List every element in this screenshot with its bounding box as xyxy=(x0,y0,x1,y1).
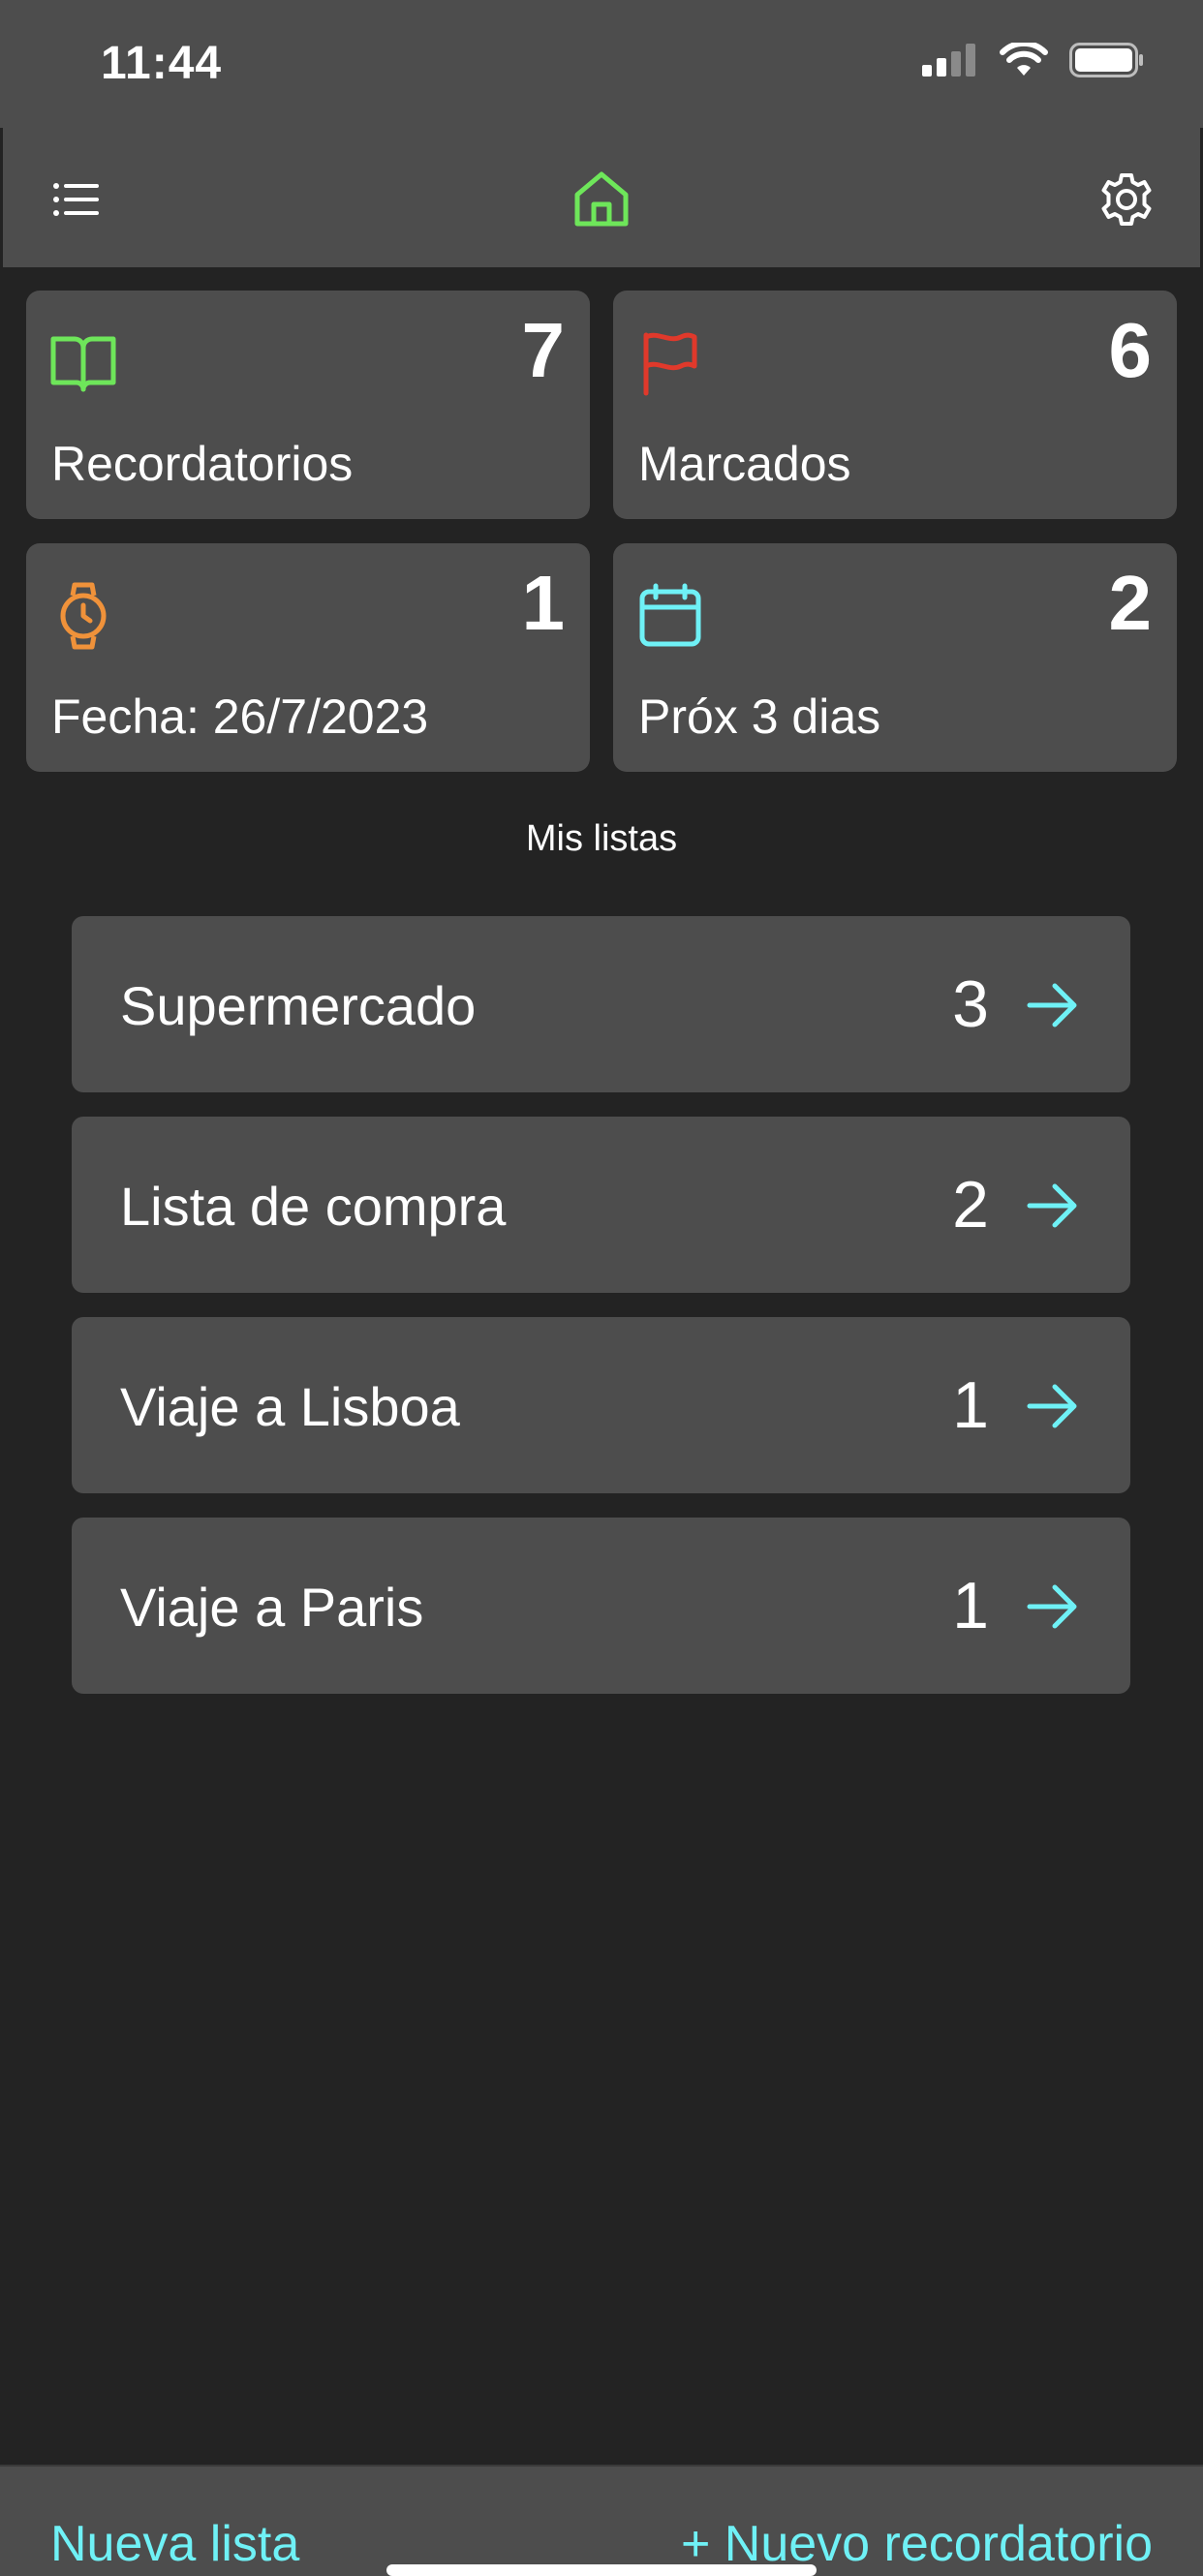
gear-icon xyxy=(1101,173,1152,226)
bottom-toolbar: Nueva lista + Nuevo recordatorio xyxy=(0,2465,1203,2576)
home-indicator xyxy=(386,2564,817,2576)
card-fecha[interactable]: 1 Fecha: 26/7/2023 xyxy=(26,543,590,772)
list-item-viaje-a-lisboa[interactable]: Viaje a Lisboa 1 xyxy=(72,1317,1130,1493)
new-list-button[interactable]: Nueva lista xyxy=(50,2515,299,2573)
card-marcados[interactable]: 6 Marcados xyxy=(613,291,1177,519)
card-count: 7 xyxy=(521,307,566,393)
list-item-name: Lista de compra xyxy=(120,1176,507,1237)
wifi-icon xyxy=(1000,43,1048,76)
flag-icon xyxy=(643,332,697,396)
card-proximos[interactable]: 2 Próx 3 dias xyxy=(613,543,1177,772)
arrow-right-icon xyxy=(1027,1183,1077,1228)
status-icons xyxy=(922,43,1145,77)
list-item-count: 1 xyxy=(952,1368,989,1442)
arrow-right-icon xyxy=(1027,1584,1077,1629)
menu-button[interactable] xyxy=(42,165,111,234)
list-item-count: 1 xyxy=(952,1569,989,1642)
card-label: Próx 3 dias xyxy=(638,690,881,744)
list-item-lista-de-compra[interactable]: Lista de compra 2 xyxy=(72,1117,1130,1293)
arrow-right-icon xyxy=(1027,983,1077,1027)
home-icon xyxy=(574,171,629,227)
list-item-name: Viaje a Lisboa xyxy=(120,1376,460,1437)
watch-icon xyxy=(60,582,107,650)
card-count: 2 xyxy=(1108,560,1153,646)
arrow-right-icon xyxy=(1027,1384,1077,1428)
list-item-count: 2 xyxy=(952,1168,989,1242)
status-time: 11:44 xyxy=(101,38,223,89)
card-label: Recordatorios xyxy=(51,437,354,491)
list-item-count: 3 xyxy=(952,967,989,1041)
list-icon xyxy=(53,183,99,216)
list-item-viaje-a-paris[interactable]: Viaje a Paris 1 xyxy=(72,1518,1130,1694)
card-recordatorios[interactable]: 7 Recordatorios xyxy=(26,291,590,519)
nav-bar xyxy=(3,128,1200,267)
card-count: 1 xyxy=(521,560,566,646)
list-item-supermercado[interactable]: Supermercado 3 xyxy=(72,916,1130,1092)
cellular-signal-icon xyxy=(922,44,975,77)
home-button[interactable] xyxy=(567,165,636,234)
card-count: 6 xyxy=(1108,307,1153,393)
card-label: Marcados xyxy=(638,437,851,491)
list-item-name: Viaje a Paris xyxy=(120,1577,424,1638)
calendar-icon xyxy=(639,583,701,647)
status-bar: 11:44 xyxy=(0,0,1203,128)
settings-button[interactable] xyxy=(1092,165,1161,234)
card-label: Fecha: 26/7/2023 xyxy=(51,690,429,744)
battery-icon xyxy=(1069,43,1143,77)
book-icon xyxy=(50,336,116,392)
list-item-name: Supermercado xyxy=(120,975,477,1036)
section-title: Mis listas xyxy=(525,818,678,859)
